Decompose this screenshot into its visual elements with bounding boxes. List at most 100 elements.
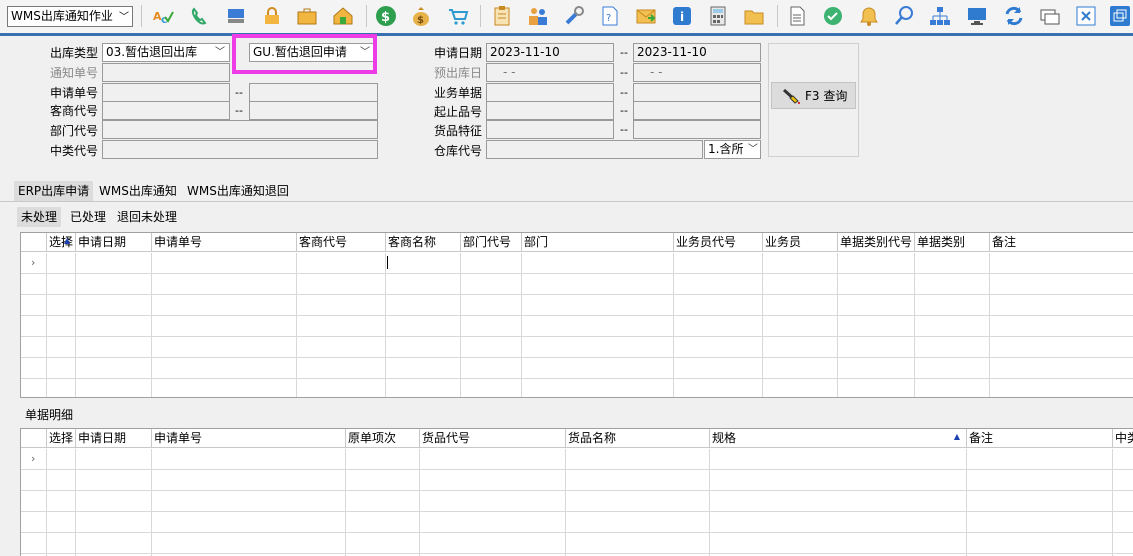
- col-header-request-no[interactable]: 申请单号: [152, 429, 346, 448]
- col-header-goods-name[interactable]: 货品名称: [566, 429, 710, 448]
- tools-icon[interactable]: [563, 5, 585, 27]
- warehouse-label: 仓库代号: [434, 144, 483, 158]
- col-label: 规格: [712, 431, 737, 445]
- window-icon[interactable]: [1039, 5, 1061, 27]
- warehouse-field[interactable]: [486, 140, 703, 159]
- org-chart-icon[interactable]: [929, 5, 951, 27]
- cart-icon[interactable]: [447, 5, 469, 27]
- spell-check-icon[interactable]: Ac: [152, 5, 174, 27]
- help-doc-icon[interactable]: ?: [599, 5, 621, 27]
- module-select-value: WMS出库通知作业: [11, 9, 113, 23]
- calculator-icon[interactable]: [707, 5, 729, 27]
- computer-icon[interactable]: [225, 5, 247, 27]
- grid-column-line: [709, 449, 710, 556]
- warehouse-scope-value: 1.含所: [708, 142, 744, 156]
- col-header-salesman-code[interactable]: 业务员代号: [674, 233, 763, 252]
- mail-icon[interactable]: [635, 5, 657, 27]
- col-header-orig-line[interactable]: 原单项次: [346, 429, 420, 448]
- monitor-icon[interactable]: [966, 5, 988, 27]
- close-window-icon[interactable]: [1075, 5, 1097, 27]
- grid-column-line: [385, 253, 386, 397]
- grid-row-line: [21, 294, 1133, 295]
- biz-doc-from[interactable]: [486, 83, 614, 102]
- col-header-request-date[interactable]: 申请日期: [76, 429, 152, 448]
- col-header-vendor-code[interactable]: 客商代号: [297, 233, 386, 252]
- biz-doc-to[interactable]: [633, 83, 761, 102]
- bell-icon[interactable]: [858, 5, 880, 27]
- request-date-to[interactable]: 2023-11-10: [633, 43, 761, 62]
- module-select[interactable]: WMS出库通知作业 ﹀: [7, 6, 133, 27]
- notice-no-field[interactable]: [102, 63, 230, 82]
- home-icon[interactable]: [332, 5, 354, 27]
- range-separator: --: [620, 46, 628, 59]
- sort-asc-icon: ▲: [64, 236, 71, 245]
- users-icon[interactable]: [527, 5, 549, 27]
- pre-out-date-from[interactable]: - -: [486, 63, 614, 82]
- chevron-down-icon: ﹀: [119, 12, 129, 23]
- folder-icon[interactable]: [743, 5, 765, 27]
- col-header-remark[interactable]: 备注: [990, 233, 1133, 252]
- item-range-from[interactable]: [486, 101, 614, 120]
- grid-column-line: [914, 253, 915, 397]
- col-header-select[interactable]: 选择 ▲: [47, 233, 76, 252]
- col-header-dept-code[interactable]: 部门代号: [461, 233, 522, 252]
- restore-window-icon[interactable]: [1109, 5, 1131, 27]
- item-range-to[interactable]: [633, 101, 761, 120]
- col-header-doc-type[interactable]: 单据类别: [915, 233, 990, 252]
- tab-processed[interactable]: 已处理: [66, 207, 110, 227]
- col-header-remark[interactable]: 备注: [967, 429, 1113, 448]
- dollar-icon[interactable]: $: [375, 5, 397, 27]
- grid-column-line: [460, 253, 461, 397]
- refresh-icon[interactable]: [1003, 5, 1025, 27]
- tab-wms-out-notice[interactable]: WMS出库通知: [95, 181, 181, 201]
- vendor-code-from[interactable]: [102, 101, 230, 120]
- warehouse-scope-select[interactable]: 1.含所 ﹀: [704, 140, 761, 159]
- row-indicator-icon: ›: [31, 256, 36, 269]
- col-header-mid-class[interactable]: 中类: [1113, 429, 1133, 448]
- briefcase-icon[interactable]: [296, 5, 318, 27]
- col-header-request-date[interactable]: 申请日期: [76, 233, 152, 252]
- dept-code-field[interactable]: [102, 120, 378, 139]
- request-no-from[interactable]: [102, 83, 230, 102]
- col-header-vendor-name[interactable]: 客商名称: [386, 233, 461, 252]
- out-type-select[interactable]: 03.暂估退回出库 ﹀: [102, 43, 230, 62]
- request-no-to[interactable]: [249, 83, 378, 102]
- info-icon[interactable]: i: [671, 5, 693, 27]
- detail-grid[interactable]: 选择 申请日期 申请单号 原单项次 货品代号 货品名称 规格 ▲ 备注 中类 ›: [20, 428, 1133, 556]
- goods-feature-from[interactable]: [486, 120, 614, 139]
- grid-column-line: [521, 253, 522, 397]
- detail-title: 单据明细: [25, 408, 74, 422]
- col-header-goods-code[interactable]: 货品代号: [420, 429, 566, 448]
- phone-icon[interactable]: [189, 5, 211, 27]
- clipboard-icon[interactable]: [491, 5, 513, 27]
- col-header-salesman[interactable]: 业务员: [763, 233, 838, 252]
- tab-unprocessed[interactable]: 未处理: [17, 207, 62, 227]
- document-icon[interactable]: [786, 5, 808, 27]
- tab-returned-unprocessed[interactable]: 退回未处理: [113, 207, 181, 227]
- pre-out-date-to[interactable]: - -: [633, 63, 761, 82]
- tab-wms-out-notice-return[interactable]: WMS出库通知退回: [183, 181, 293, 201]
- money-bag-icon[interactable]: $: [410, 5, 432, 27]
- search-icon[interactable]: [893, 5, 915, 27]
- query-button[interactable]: F3 查询: [771, 82, 856, 109]
- col-header-doc-type-code[interactable]: 单据类别代号: [838, 233, 915, 252]
- grid-row-line: [21, 336, 1133, 337]
- lock-icon[interactable]: [261, 5, 283, 27]
- request-date-from[interactable]: 2023-11-10: [486, 43, 614, 62]
- check-circle-icon[interactable]: [822, 5, 844, 27]
- goods-feature-to[interactable]: [633, 120, 761, 139]
- request-grid[interactable]: 选择 ▲ 申请日期 申请单号 客商代号 客商名称 部门代号 部门 业务员代号 业务…: [20, 232, 1133, 398]
- svg-text:$: $: [417, 15, 424, 26]
- col-header-dept[interactable]: 部门: [522, 233, 674, 252]
- row-indicator-icon: ›: [31, 452, 36, 465]
- grid-column-line: [151, 449, 152, 556]
- grid-row-line: [21, 378, 1133, 379]
- vendor-code-to[interactable]: [249, 101, 378, 120]
- svg-text:$: $: [381, 10, 390, 25]
- col-header-select[interactable]: 选择: [47, 429, 76, 448]
- row-header-corner: [21, 429, 47, 448]
- mid-class-field[interactable]: [102, 140, 378, 159]
- col-header-spec[interactable]: 规格 ▲: [710, 429, 967, 448]
- col-header-request-no[interactable]: 申请单号: [152, 233, 297, 252]
- tab-erp-out-request[interactable]: ERP出库申请: [14, 181, 94, 201]
